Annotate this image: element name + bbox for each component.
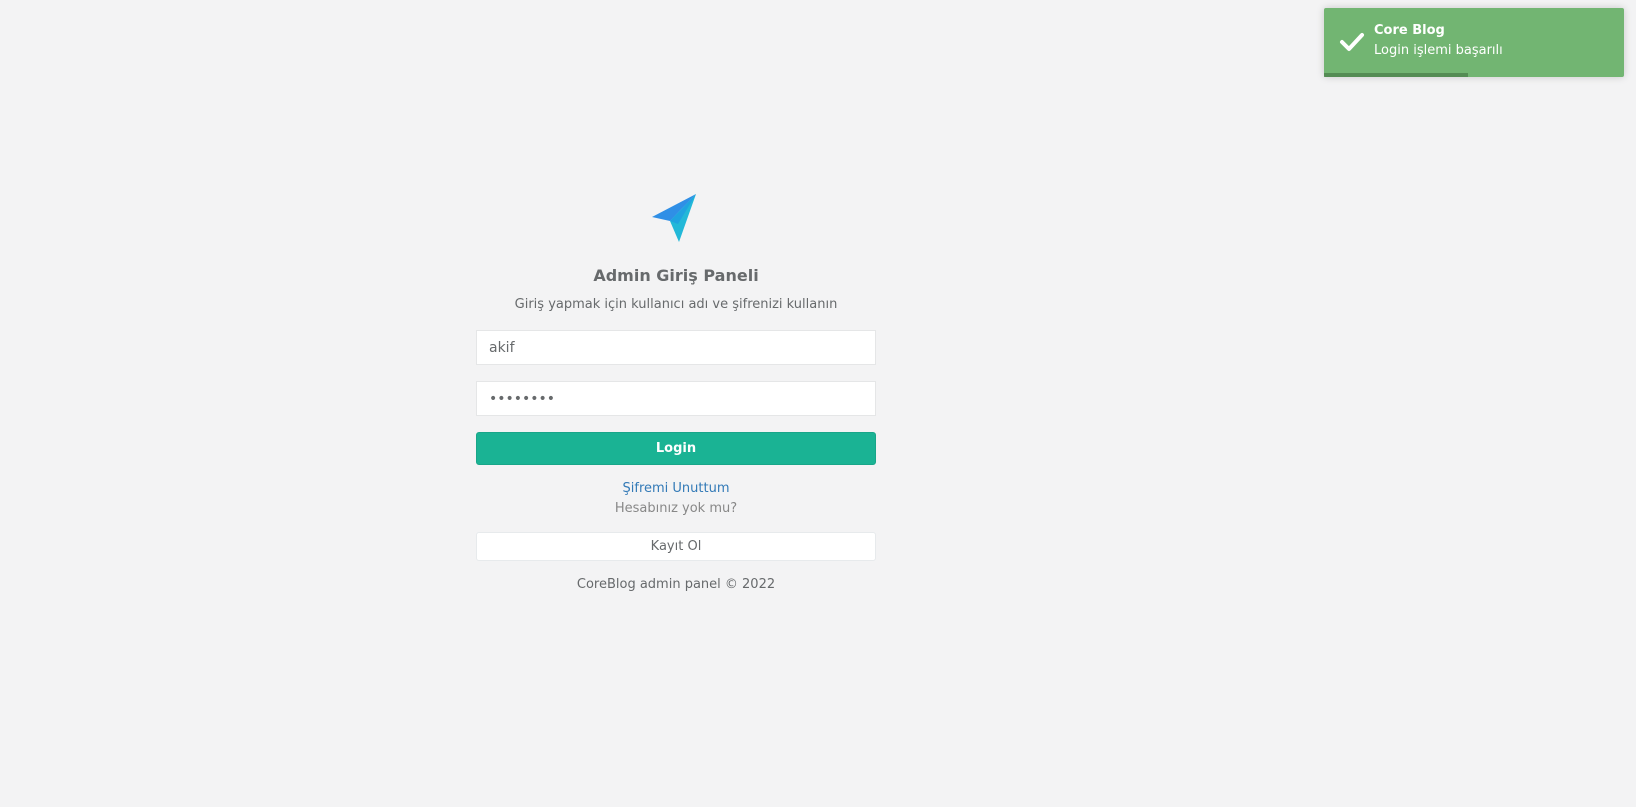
check-icon [1340, 33, 1364, 51]
password-input[interactable] [476, 381, 876, 416]
paper-plane-icon [652, 194, 696, 242]
register-button[interactable]: Kayıt Ol [476, 532, 876, 561]
login-box: Admin Giriş Paneli Giriş yapmak için kul… [476, 190, 876, 592]
toast-title: Core Blog [1374, 23, 1445, 38]
login-button[interactable]: Login [476, 432, 876, 465]
page-title: Admin Giriş Paneli [593, 266, 759, 285]
page-subtitle: Giriş yapmak için kullanıcı adı ve şifre… [514, 297, 838, 312]
username-input[interactable] [476, 330, 876, 365]
no-account-text: Hesabınız yok mu? [614, 501, 738, 516]
forgot-password-link[interactable]: Şifremi Unuttum [623, 481, 730, 496]
toast-message: Login işlemi başarılı [1374, 43, 1503, 58]
toast-progress-bar [1324, 73, 1468, 77]
success-toast[interactable]: Core Blog Login işlemi başarılı [1324, 8, 1624, 77]
login-page: Core Blog Login işlemi başarılı Admin Gi… [0, 0, 1636, 807]
footer-copyright: CoreBlog admin panel © 2022 [576, 577, 776, 592]
